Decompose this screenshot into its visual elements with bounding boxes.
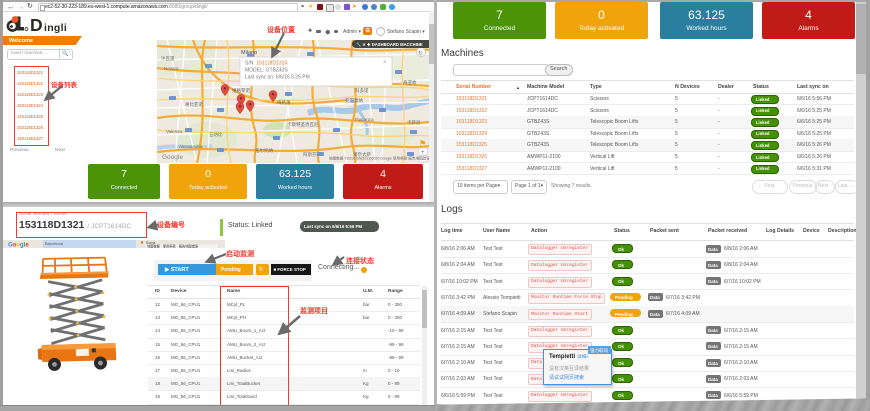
svg-text:Google: Google (8, 243, 29, 249)
svg-text:S/N: 153118D1324: S/N: 153118D1324 (245, 61, 287, 67)
svg-text:拓尔托纳: 拓尔托纳 (255, 147, 273, 154)
svg-text:D: D (30, 15, 43, 34)
svg-text:×: × (383, 60, 387, 66)
svg-text:Milano: Milano (241, 50, 257, 56)
svg-text:MODEL: GTBZ43S: MODEL: GTBZ43S (245, 68, 288, 74)
svg-text:汴瓦雷: 汴瓦雷 (161, 55, 175, 62)
svg-text:维格羍诺: 维格羍诺 (232, 87, 250, 94)
svg-text:+: + (421, 150, 425, 156)
svg-text:Novara: Novara (164, 66, 179, 71)
svg-text:科多诺: 科多诺 (355, 87, 369, 94)
svg-text:格比亚诺: 格比亚诺 (185, 101, 203, 108)
svg-text:Barcelona: Barcelona (45, 241, 64, 246)
svg-text:阿斯芬: 阿斯芬 (303, 151, 317, 158)
svg-text:奇亚枚: 奇亚枚 (403, 79, 417, 86)
svg-text:ingli: ingli (44, 22, 67, 34)
svg-text:⚑: ⚑ (419, 139, 426, 148)
svg-text:梅格莆: 梅格莆 (277, 99, 291, 106)
svg-text:Last sync on: 6/6/16 5:25 PM: Last sync on: 6/6/16 5:25 PM (245, 75, 310, 81)
svg-text:Valenza: Valenza (166, 129, 182, 134)
svg-text:卡斯特圣悉瓦尼: 卡斯特圣悉瓦尼 (287, 121, 319, 128)
svg-text:克雷莫纳: 克雷莫纳 (345, 97, 363, 104)
svg-text:Google: Google (162, 154, 183, 161)
svg-text:地图数据 使用条款 报告地图错误: 地图数据 使用条款 报告地图错误 (147, 244, 199, 249)
svg-text:↻: ↻ (418, 50, 423, 57)
svg-text:地图数据 ©2016 GS(2011)6020 Google: 地图数据 ©2016 GS(2011)6020 Google 使用条款 报告地图… (329, 156, 429, 161)
svg-text:卡萨尼: 卡萨尼 (407, 119, 421, 126)
svg-text:Piacenza: Piacenza (355, 117, 374, 122)
svg-text:Alessandria: Alessandria (179, 144, 203, 149)
svg-text:五坊比: 五坊比 (209, 131, 223, 138)
